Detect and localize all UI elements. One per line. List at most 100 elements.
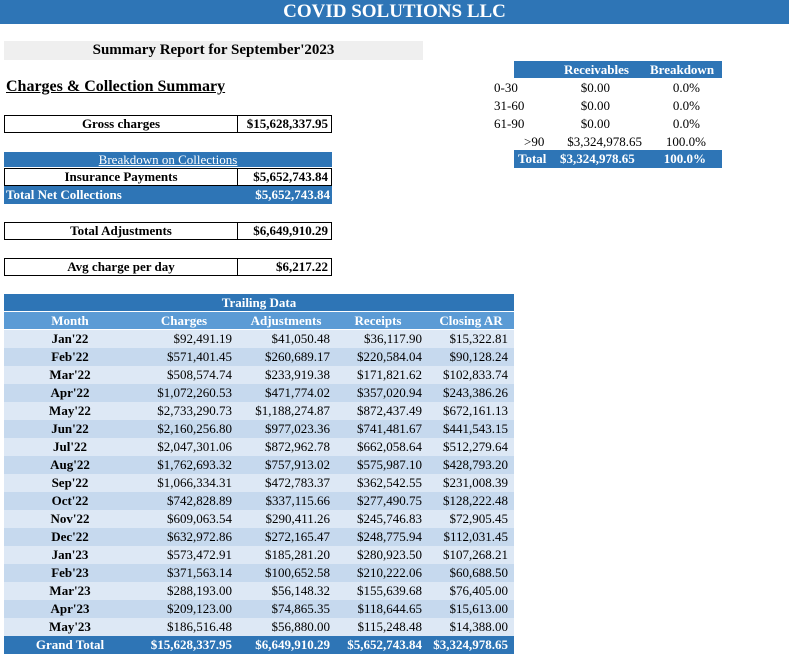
closing-ar-cell: $60,688.50 (449, 565, 509, 580)
insurance-payments-box: Insurance Payments $5,652,743.84 (4, 168, 332, 186)
adjustments-cell: $260,689.17 (265, 349, 330, 364)
table-row: Mar'22 $508,574.74 $233,919.38 $171,821.62 $… (4, 366, 514, 384)
closing-ar-cell: $441,543.15 (443, 421, 508, 436)
adjustments-cell: $471,774.02 (265, 385, 330, 400)
grand-total-label: Grand Total (35, 637, 105, 652)
table-row: Feb'22 $571,401.45 $260,689.17 $220,584.04 $… (4, 348, 514, 366)
month-cell: Feb'23 (51, 565, 89, 580)
receipts-cell: $872,437.49 (357, 403, 422, 418)
adjustments-cell: $100,652.58 (265, 565, 330, 580)
table-row: Apr'23 $209,123.00 $74,865.35 $118,644.65 $1… (4, 600, 514, 618)
receivables-amount: $3,324,978.65 (567, 134, 642, 149)
receivables-amount: $0.00 (580, 116, 610, 131)
month-cell: Aug'22 (50, 457, 90, 472)
closing-ar-cell: $76,405.00 (449, 583, 509, 598)
table-row: May'23 $186,516.48 $56,880.00 $115,248.48 $1… (4, 618, 514, 636)
adjustments-cell: $872,962.78 (265, 439, 330, 454)
month-cell: Apr'22 (50, 385, 90, 400)
net-collections-row: Total Net Collections $5,652,743.84 (4, 186, 332, 204)
month-cell: Jun'22 (51, 421, 89, 436)
receivables-total-pct: 100.0% (663, 151, 706, 166)
month-cell: Jul'22 (53, 439, 87, 454)
month-cell: May'23 (49, 619, 91, 634)
month-cell: Feb'22 (51, 349, 89, 364)
grand-total-closing-ar: $3,324,978.65 (433, 637, 508, 652)
table-row: Jan'22 $92,491.19 $41,050.48 $36,117.90 $15,… (4, 330, 514, 348)
trailing-header-row: Month Charges Adjustments Receipts Closi… (4, 312, 514, 329)
receivables-row: 31-60 $0.00 0.0% (494, 97, 722, 115)
charges-cell: $1,072,260.53 (157, 385, 232, 400)
receipts-cell: $118,644.65 (357, 601, 422, 616)
month-cell: Jan'22 (51, 331, 89, 346)
table-row: Aug'22 $1,762,693.32 $757,913.02 $575,987.1… (4, 456, 514, 474)
receivables-row: >90 $3,324,978.65 100.0% (494, 133, 722, 151)
table-row: May'22 $2,733,290.73 $1,188,274.87 $872,437… (4, 402, 514, 420)
net-collections-value: $5,652,743.84 (255, 187, 330, 202)
charges-cell: $209,123.00 (167, 601, 232, 616)
table-row: Apr'22 $1,072,260.53 $471,774.02 $357,020.9… (4, 384, 514, 402)
receivables-bucket: 31-60 (494, 98, 525, 113)
avg-charge-label: Avg charge per day (5, 259, 238, 275)
trailing-table-body: Jan'22 $92,491.19 $41,050.48 $36,117.90 $15,… (4, 330, 514, 636)
closing-ar-cell: $15,613.00 (449, 601, 509, 616)
closing-ar-cell: $231,008.39 (443, 475, 508, 490)
charges-cell: $2,733,290.73 (157, 403, 232, 418)
month-cell: Dec'22 (51, 529, 89, 544)
month-cell: Apr'23 (50, 601, 90, 616)
receivables-amount: $0.00 (580, 80, 610, 95)
insurance-payments-label: Insurance Payments (5, 169, 238, 185)
closing-ar-cell: $15,322.81 (449, 331, 509, 346)
grand-total-receipts: $5,652,743.84 (347, 637, 422, 652)
net-collections-label: Total Net Collections (6, 187, 122, 202)
closing-ar-cell: $128,222.48 (443, 493, 508, 508)
closing-ar-cell: $102,833.74 (443, 367, 508, 382)
receipts-cell: $277,490.75 (357, 493, 422, 508)
receivables-header-title: Receivables (564, 62, 629, 77)
gross-charges-label: Gross charges (5, 116, 238, 132)
avg-charge-value: $6,217.22 (276, 259, 328, 274)
table-row: Nov'22 $609,063.54 $290,411.26 $245,746.83 $… (4, 510, 514, 528)
receipts-cell: $357,020.94 (357, 385, 422, 400)
adjustments-cell: $472,783.37 (265, 475, 330, 490)
month-cell: Mar'22 (49, 367, 91, 382)
gross-charges-value: $15,628,337.95 (246, 116, 328, 131)
closing-ar-cell: $107,268.21 (443, 547, 508, 562)
adjustments-value: $6,649,910.29 (253, 223, 328, 238)
closing-ar-cell: $428,793.20 (443, 457, 508, 472)
month-cell: Mar'23 (49, 583, 91, 598)
month-cell: May'22 (49, 403, 91, 418)
charges-cell: $1,066,334.31 (157, 475, 232, 490)
column-header: Receipts (354, 313, 402, 328)
receivables-bucket: 0-30 (494, 80, 518, 95)
adjustments-cell: $757,913.02 (265, 457, 330, 472)
trailing-data-title: Trailing Data (4, 294, 514, 311)
receivables-bucket: 61-90 (494, 116, 525, 131)
closing-ar-cell: $14,388.00 (449, 619, 509, 634)
receivables-header: Receivables Breakdown (514, 61, 722, 78)
receipts-cell: $662,058.64 (357, 439, 422, 454)
grand-total-adjustments: $6,649,910.29 (255, 637, 330, 652)
report-title: Summary Report for September'2023 (4, 41, 423, 60)
month-cell: Nov'22 (50, 511, 90, 526)
month-cell: Oct'22 (51, 493, 89, 508)
column-header: Month (51, 313, 89, 328)
column-header: Charges (160, 313, 208, 328)
charges-cell: $632,972.86 (167, 529, 232, 544)
charges-cell: $742,828.89 (167, 493, 232, 508)
adjustments-cell: $337,115.66 (265, 493, 330, 508)
table-row: Feb'23 $371,563.14 $100,652.58 $210,222.06 $… (4, 564, 514, 582)
receipts-cell: $220,584.04 (357, 349, 422, 364)
receivables-total-label: Total (518, 151, 547, 166)
receivables-total-row: Total $3,324,978.65 100.0% (514, 150, 722, 168)
charges-cell: $573,472.91 (167, 547, 232, 562)
receipts-cell: $362,542.55 (357, 475, 422, 490)
receipts-cell: $248,775.94 (357, 529, 422, 544)
month-cell: Jan'23 (51, 547, 89, 562)
charges-cell: $371,563.14 (167, 565, 232, 580)
adjustments-label: Total Adjustments (5, 223, 238, 239)
charges-cell: $1,762,693.32 (157, 457, 232, 472)
adjustments-cell: $290,411.26 (265, 511, 330, 526)
table-row: Oct'22 $742,828.89 $337,115.66 $277,490.75 $… (4, 492, 514, 510)
table-row: Jun'22 $2,160,256.80 $977,023.36 $741,481.6… (4, 420, 514, 438)
closing-ar-cell: $72,905.45 (449, 511, 509, 526)
